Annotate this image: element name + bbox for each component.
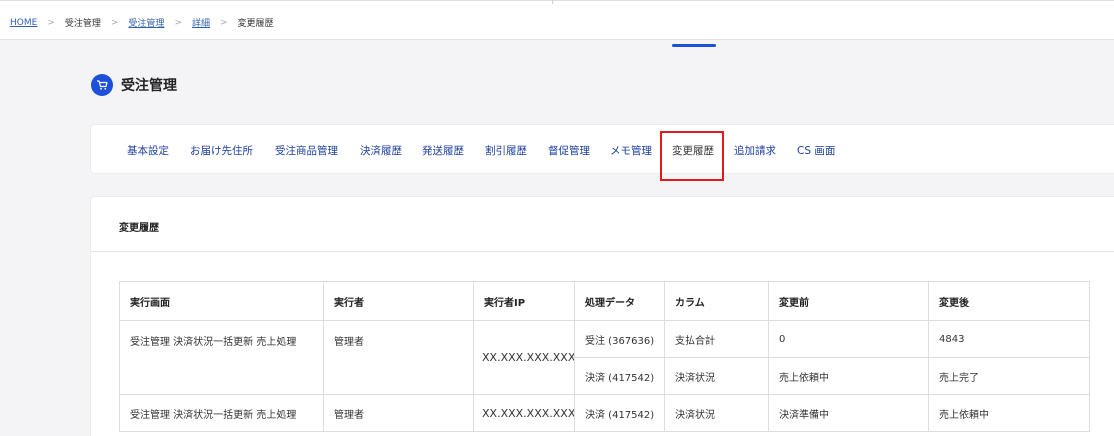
cell-executor: 管理者 xyxy=(323,394,474,432)
breadcrumb-separator: > xyxy=(110,17,119,28)
column-header: 変更後 xyxy=(928,281,1090,321)
cell-executor: 管理者 xyxy=(323,320,474,395)
page-header: 受注管理 xyxy=(91,74,177,96)
breadcrumb-order-mgmt: 受注管理 xyxy=(64,19,101,29)
tab-memo[interactable]: メモ管理 xyxy=(610,143,652,158)
tab-discount-history[interactable]: 割引履歴 xyxy=(485,143,527,158)
tab-shipping-history[interactable]: 発送履歴 xyxy=(422,143,464,158)
breadcrumb-order-mgmt-link[interactable]: 受注管理 xyxy=(128,16,164,29)
cell-after: 4843 xyxy=(928,320,1090,358)
table-header-row: 実行画面 実行者 実行者IP 処理データ カラム 変更前 変更後 xyxy=(119,281,1090,321)
active-tab-indicator xyxy=(672,44,716,47)
tab-dunning[interactable]: 督促管理 xyxy=(548,143,590,158)
column-header: 変更前 xyxy=(768,281,929,321)
highlight-box xyxy=(660,131,724,181)
history-table: 実行画面 実行者 実行者IP 処理データ カラム 変更前 変更後 受注管理 決済… xyxy=(119,281,1090,432)
cell-column: 決済状況 xyxy=(664,357,769,395)
tab-bar: 基本設定 お届け先住所 受注商品管理 決済履歴 発送履歴 割引履歴 督促管理 メ… xyxy=(91,125,1114,173)
column-header: 実行者IP xyxy=(473,281,575,321)
cell-ip: XX.XXX.XXX.XXX xyxy=(473,320,575,395)
page-title: 受注管理 xyxy=(121,78,177,94)
cell-after: 売上完了 xyxy=(928,357,1090,395)
cell-data: 決済 (417542) xyxy=(574,394,665,432)
cell-screen: 受注管理 決済状況一括更新 売上処理 xyxy=(119,394,324,432)
divider-tick xyxy=(552,0,553,4)
table-row: 受注管理 決済状況一括更新 売上処理 管理者 XX.XXX.XXX.XXX 決済… xyxy=(119,394,1090,432)
column-header: 実行画面 xyxy=(119,281,324,321)
tab-order-items[interactable]: 受注商品管理 xyxy=(275,143,338,158)
top-border xyxy=(0,0,1114,1)
breadcrumb-separator: > xyxy=(47,17,55,28)
cell-data: 決済 (417542) xyxy=(574,357,665,395)
breadcrumb-home[interactable]: HOME xyxy=(10,18,37,28)
breadcrumb-separator: > xyxy=(174,17,182,28)
column-header: 実行者 xyxy=(323,281,474,321)
tab-payment-history[interactable]: 決済履歴 xyxy=(360,143,402,158)
cell-screen: 受注管理 決済状況一括更新 売上処理 xyxy=(119,320,324,395)
column-header: 処理データ xyxy=(574,281,665,321)
breadcrumb: HOME > 受注管理 > 受注管理 > 詳細 > 変更履歴 xyxy=(10,16,274,30)
top-bar: HOME > 受注管理 > 受注管理 > 詳細 > 変更履歴 xyxy=(0,0,1114,40)
tab-additional-billing[interactable]: 追加請求 xyxy=(734,143,776,158)
cell-column: 支払合計 xyxy=(664,320,769,358)
cell-ip: XX.XXX.XXX.XXX xyxy=(473,394,575,432)
cell-before: 0 xyxy=(768,320,929,358)
cell-before: 決済準備中 xyxy=(768,394,929,432)
tab-cs-screen[interactable]: CS 画面 xyxy=(797,143,835,158)
tab-basic-settings[interactable]: 基本設定 xyxy=(127,143,169,158)
cell-data: 受注 (367636) xyxy=(574,320,665,358)
tab-shipping-address[interactable]: お届け先住所 xyxy=(190,143,253,158)
cart-icon xyxy=(91,74,113,96)
cell-before: 売上依頼中 xyxy=(768,357,929,395)
breadcrumb-current: 変更履歴 xyxy=(237,19,274,29)
panel-title: 変更履歴 xyxy=(119,223,159,234)
breadcrumb-detail[interactable]: 詳細 xyxy=(192,16,210,29)
table-row: 受注管理 決済状況一括更新 売上処理 管理者 XX.XXX.XXX.XXX 受注… xyxy=(119,320,1090,395)
column-header: カラム xyxy=(664,281,769,321)
cell-after: 売上依頼中 xyxy=(928,394,1090,432)
breadcrumb-separator: > xyxy=(220,17,228,28)
panel-divider xyxy=(91,251,1114,252)
cell-column: 決済状況 xyxy=(664,394,769,432)
change-history-panel: 変更履歴 実行画面 実行者 実行者IP 処理データ カラム 変更前 変更後 受注… xyxy=(91,197,1114,436)
